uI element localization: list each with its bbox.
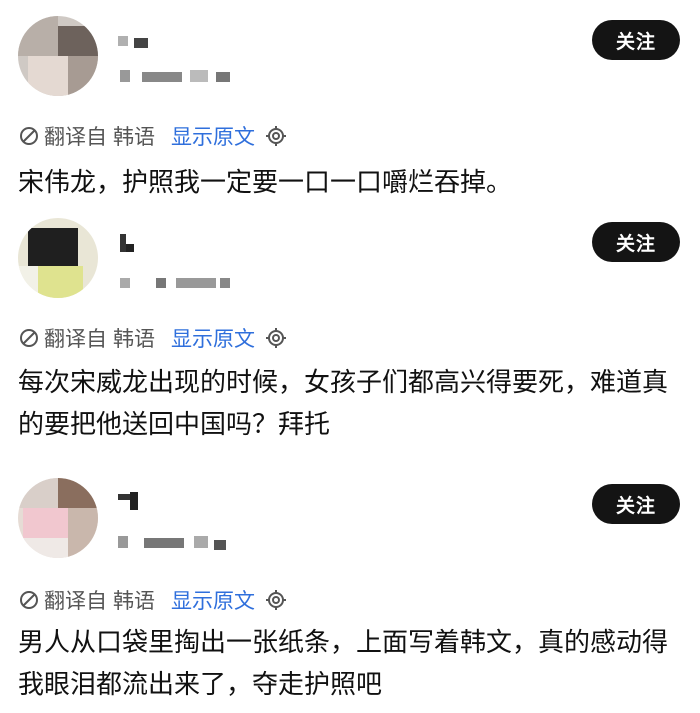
show-original-link[interactable]: 显示原文 (171, 121, 255, 151)
no-translate-icon (20, 329, 38, 347)
post-text: 男人从口袋里掏出一张纸条，上面写着韩文，真的感动得我眼泪都流出来了，夺走护照吧 (18, 628, 669, 700)
translated-from-label: 翻译自 (44, 327, 107, 351)
translation-bar: 翻译自 韩语 显示原文 (18, 122, 287, 150)
translated-from-label: 翻译自 (44, 589, 107, 613)
avatar[interactable] (18, 478, 98, 558)
gear-icon[interactable] (265, 327, 287, 349)
source-language: 韩语 (113, 125, 155, 149)
translated-from-label: 翻译自 (44, 125, 107, 149)
post-text: 宋伟龙，护照我一定要一口一口嚼烂吞掉。 (18, 168, 513, 198)
show-original-link[interactable]: 显示原文 (171, 323, 255, 353)
follow-button[interactable]: 关注 (592, 484, 680, 524)
source-language: 韩语 (113, 327, 155, 351)
follow-button[interactable]: 关注 (592, 20, 680, 60)
follow-button[interactable]: 关注 (592, 222, 680, 262)
translation-bar: 翻译自 韩语 显示原文 (18, 586, 287, 614)
avatar[interactable] (18, 218, 98, 298)
source-language: 韩语 (113, 589, 155, 613)
post-text: 每次宋威龙出现的时候，女孩子们都高兴得要死，难道真的要把他送回中国吗？拜托 (18, 368, 669, 440)
show-original-link[interactable]: 显示原文 (171, 585, 255, 615)
avatar[interactable] (18, 16, 98, 96)
no-translate-icon (20, 591, 38, 609)
no-translate-icon (20, 127, 38, 145)
translation-bar: 翻译自 韩语 显示原文 (18, 324, 287, 352)
gear-icon[interactable] (265, 125, 287, 147)
gear-icon[interactable] (265, 589, 287, 611)
